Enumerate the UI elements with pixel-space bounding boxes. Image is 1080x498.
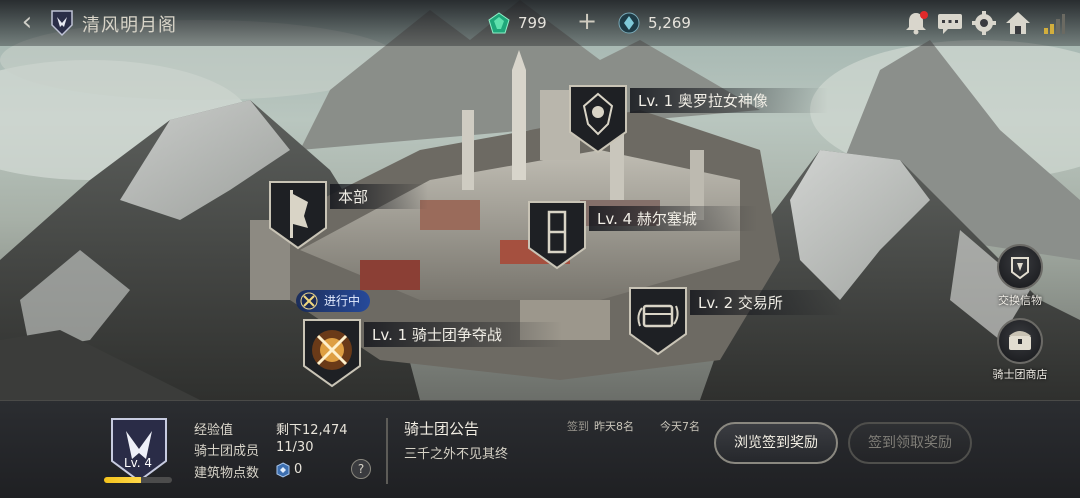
exchange-chest-icon <box>629 287 687 356</box>
notice-title: 骑士团公告 <box>404 420 480 438</box>
gear-icon[interactable] <box>970 10 998 36</box>
token-exchange-button[interactable]: 交换信物 <box>990 244 1050 308</box>
notice-text: 三千之外不见其终 <box>404 447 509 462</box>
guild-name: 清风明月阁 <box>82 15 177 36</box>
guild-shop-button[interactable]: 骑士团商店 <box>990 318 1050 382</box>
top-bar: ‹ 清风明月阁 799 + 5,269 <box>0 0 1080 46</box>
back-arrow-icon[interactable]: ‹ <box>14 9 40 36</box>
guild-emblem-icon <box>51 10 73 37</box>
token-exchange-icon <box>997 244 1043 290</box>
panel-divider <box>386 418 388 484</box>
castle-tower-icon <box>528 201 586 270</box>
building-label: Lv. 4 赫尔塞城 <box>589 206 757 231</box>
headquarters-banner-icon <box>269 181 327 250</box>
notification-dot <box>920 11 928 19</box>
green-gem-icon <box>488 12 510 34</box>
crystal-counter: 5,269 <box>618 12 691 34</box>
token-exchange-label: 交换信物 <box>998 294 1042 307</box>
browse-signin-rewards-button[interactable]: 浏览签到奖励 <box>714 422 838 464</box>
crossed-swords-icon <box>303 319 361 388</box>
guild-shop-label: 骑士团商店 <box>992 368 1048 381</box>
stat-value-members: 11/30 <box>276 440 314 455</box>
xp-progress-fill <box>104 477 142 483</box>
help-button[interactable]: ? <box>351 459 371 479</box>
blue-crystal-icon <box>618 12 640 34</box>
home-icon[interactable] <box>1004 10 1032 36</box>
claim-signin-reward-button[interactable]: 签到领取奖励 <box>848 422 972 464</box>
building-label: Lv. 1 骑士团争夺战 <box>364 322 562 347</box>
signal-icon <box>1044 14 1065 34</box>
stat-value-xp: 剩下12,474 <box>276 423 348 438</box>
guild-shop-chest-icon <box>997 318 1043 364</box>
battle-status-icon <box>300 292 318 310</box>
signin-label: 签到 <box>567 420 589 433</box>
green-gem-counter: 799 <box>488 12 547 34</box>
plus-icon[interactable]: + <box>576 9 598 33</box>
guild-level-label: Lv. 4 <box>123 456 153 470</box>
stat-label-xp: 经验值 <box>194 423 234 438</box>
stat-value-building-points: 0 <box>294 462 303 477</box>
building-points-icon <box>276 462 290 478</box>
goddess-statue-icon <box>569 85 627 154</box>
chat-icon[interactable] <box>936 10 964 36</box>
green-gem-value: 799 <box>518 14 547 32</box>
building-label: Lv. 2 交易所 <box>690 290 843 315</box>
signin-today: 今天7名 <box>660 420 700 433</box>
building-label: Lv. 1 奥罗拉女神像 <box>630 88 828 113</box>
stat-label-building-points: 建筑物点数 <box>194 466 260 481</box>
guild-level-badge <box>111 418 167 483</box>
xp-progress-bar <box>104 477 172 483</box>
signin-yesterday: 昨天8名 <box>594 420 634 433</box>
building-label: 本部 <box>330 184 429 209</box>
stat-label-members: 骑士团成员 <box>194 444 260 459</box>
crystal-value: 5,269 <box>648 14 691 32</box>
